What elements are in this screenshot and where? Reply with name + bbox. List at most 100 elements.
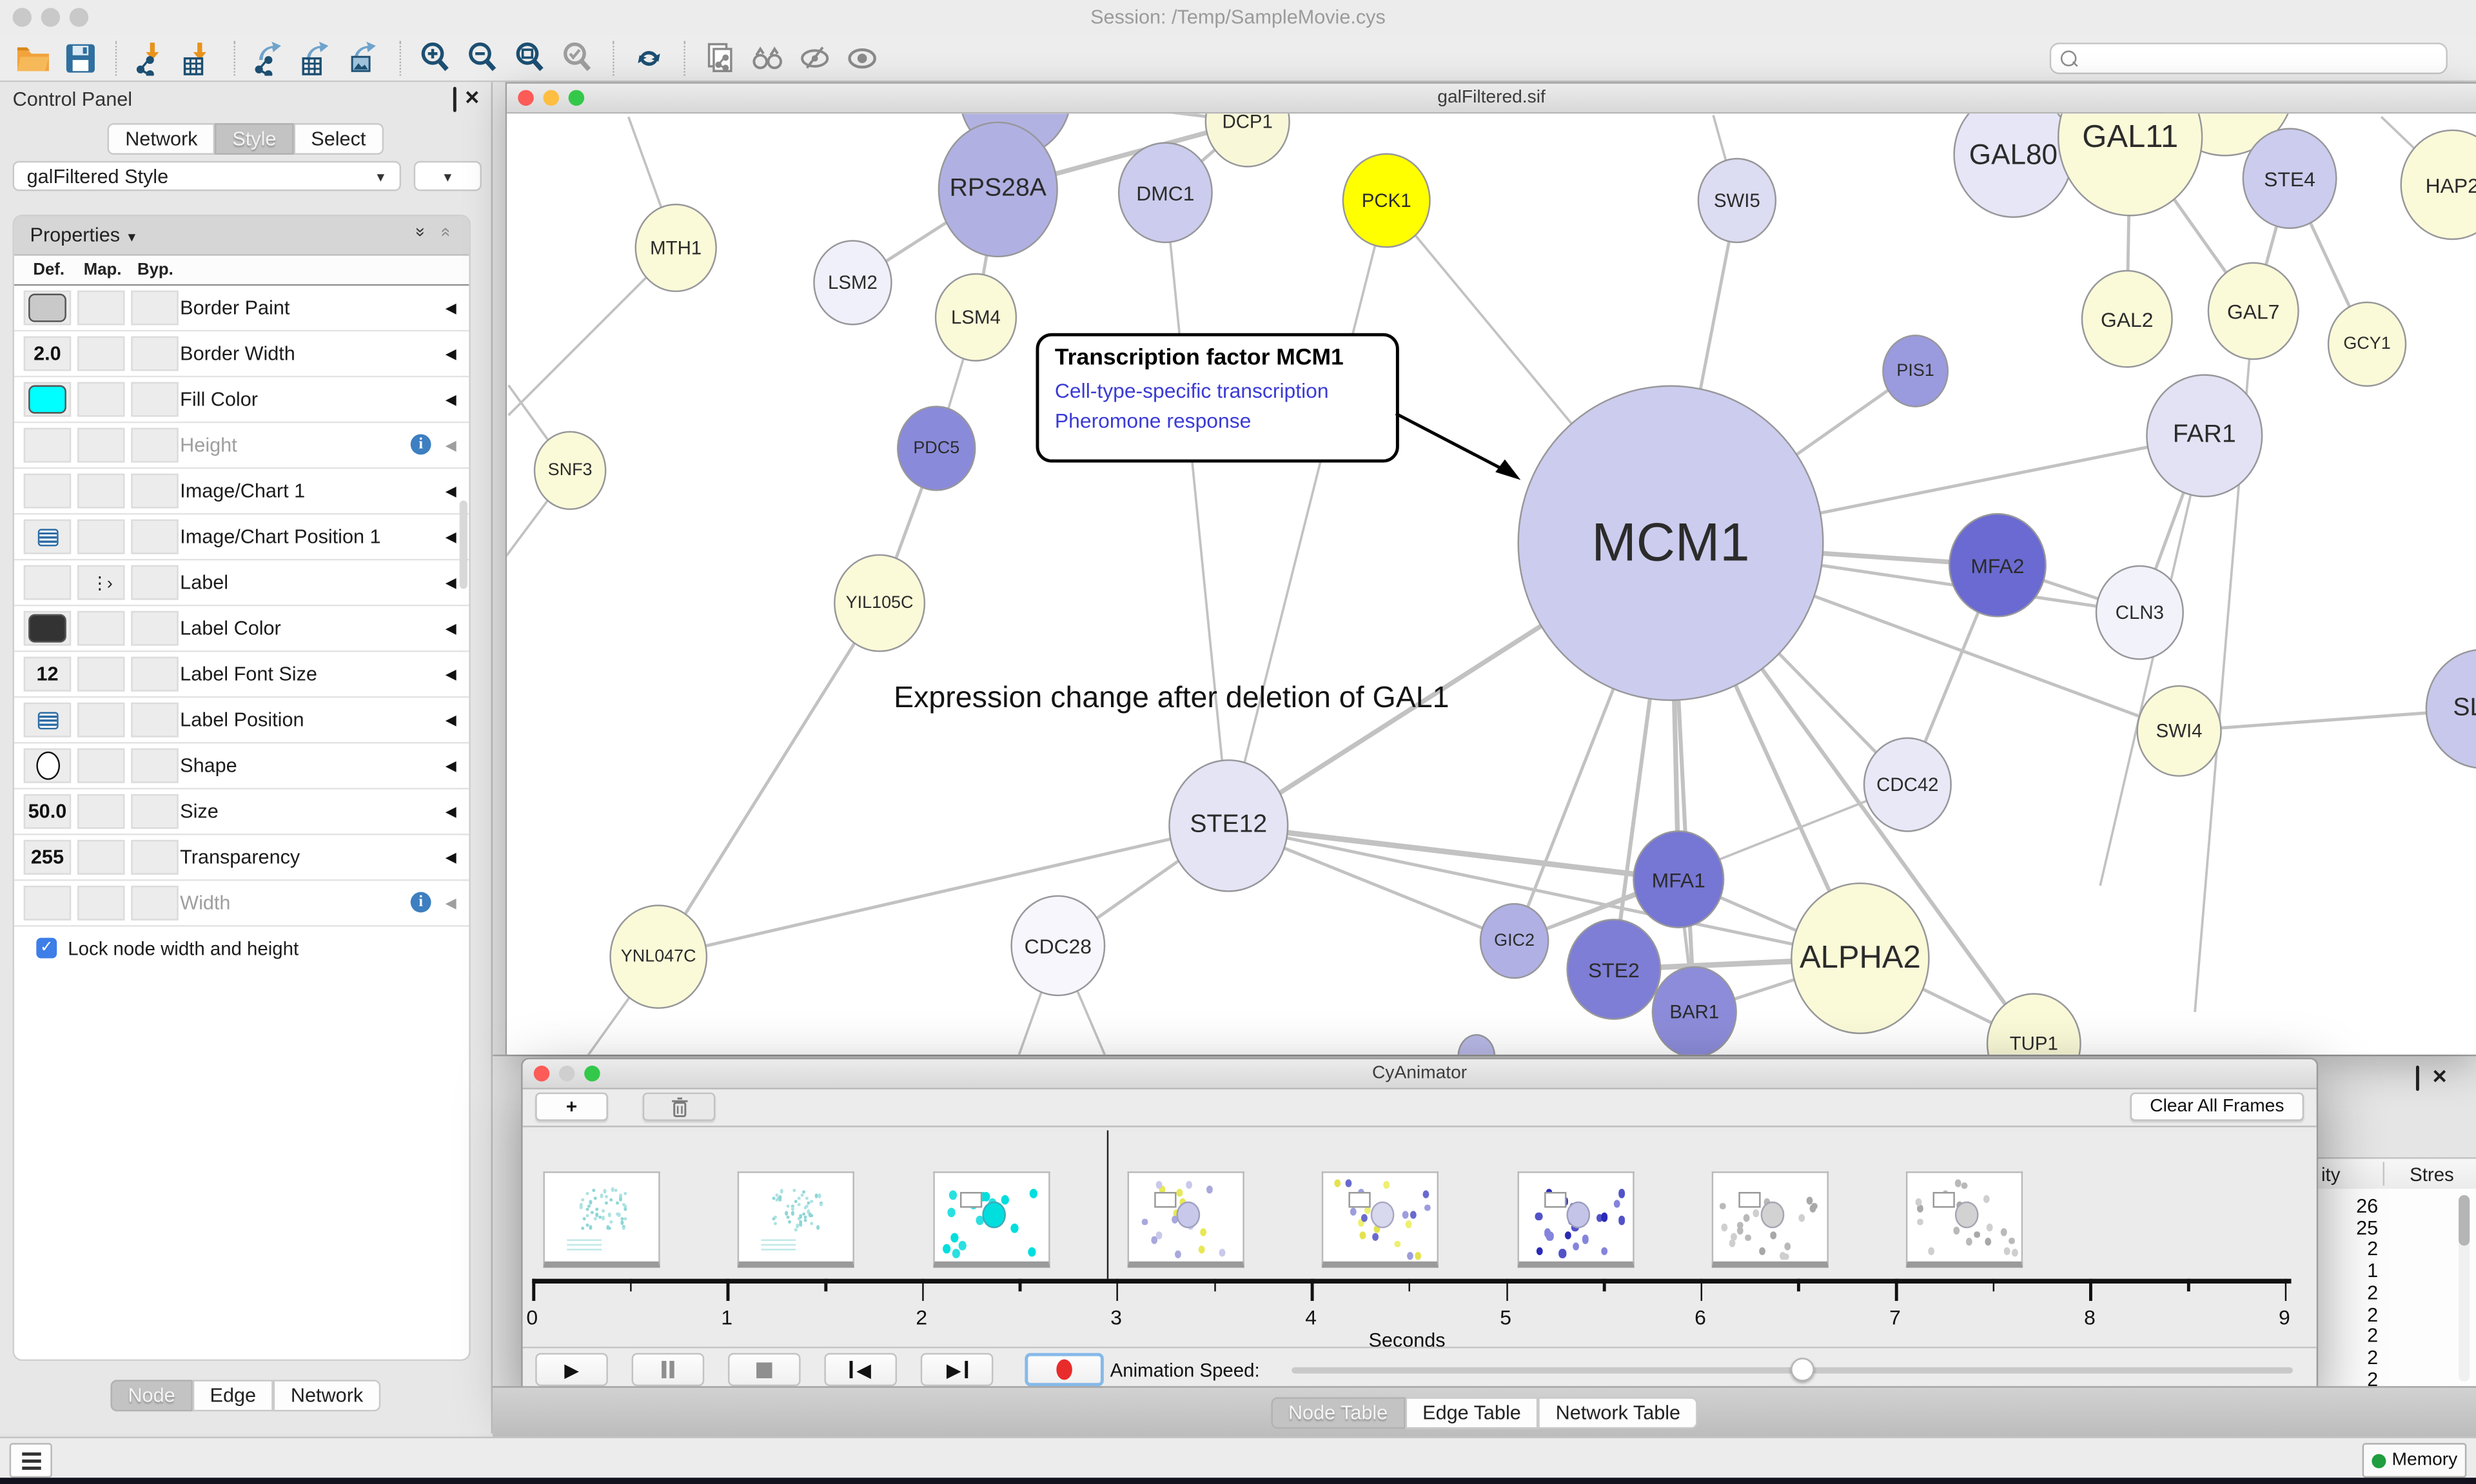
frame-thumbnail-5[interactable] [1517, 1171, 1633, 1267]
table-column-radiality[interactable]: ity [2321, 1164, 2340, 1186]
node-cdc28[interactable]: CDC28 [1010, 895, 1105, 997]
property-row-fill-color[interactable]: Fill Color◀ [14, 377, 469, 423]
property-row-size[interactable]: 50.0Size◀ [14, 789, 469, 835]
tab-edge[interactable]: Edge [193, 1380, 273, 1411]
default-cell[interactable] [24, 428, 71, 463]
network-window-titlebar[interactable]: galFiltered.sif [507, 84, 2476, 114]
skip-start-button[interactable]: ◀ [824, 1353, 897, 1386]
collapse-all-icon[interactable]: » [436, 228, 455, 237]
default-cell[interactable] [24, 703, 71, 737]
mapping-cell[interactable] [77, 520, 124, 554]
default-cell[interactable]: 255 [24, 840, 71, 875]
node-pck1[interactable]: PCK1 [1342, 153, 1431, 248]
table-scrollbar[interactable] [2459, 1195, 2470, 1381]
zoom-out-icon[interactable] [460, 37, 507, 79]
property-row-transparency[interactable]: 255Transparency◀ [14, 835, 469, 881]
default-cell[interactable]: 12 [24, 657, 71, 692]
tab-network[interactable]: Network [273, 1380, 380, 1411]
save-session-icon[interactable] [57, 37, 104, 79]
annotation-box[interactable]: Transcription factor MCM1Cell-type-speci… [1036, 333, 1399, 463]
expand-row-icon[interactable]: ◀ [446, 712, 457, 729]
hide-selected-icon[interactable] [791, 37, 838, 79]
default-cell[interactable] [24, 291, 71, 326]
annotation-link[interactable]: Cell-type-specific transcription [1055, 377, 1380, 407]
node-mfa1[interactable]: MFA1 [1633, 830, 1724, 928]
table-cell-value[interactable]: 2 [2315, 1347, 2378, 1369]
timeline-playhead[interactable] [1106, 1130, 1109, 1278]
play-button[interactable]: ▶ [535, 1353, 608, 1386]
table-cell-value[interactable]: 25 [2315, 1216, 2378, 1238]
expand-all-icon[interactable]: » [411, 228, 429, 237]
style-selector[interactable]: galFiltered Style ▼ [13, 161, 401, 191]
default-cell[interactable] [24, 520, 71, 554]
mapping-cell[interactable] [77, 428, 124, 463]
expand-row-icon[interactable]: ◀ [446, 346, 457, 363]
zoom-selected-icon[interactable] [555, 37, 602, 79]
mapping-cell[interactable] [77, 382, 124, 417]
expand-row-icon[interactable]: ◀ [446, 758, 457, 776]
style-options-button[interactable]: ▼ [414, 161, 482, 191]
property-row-border-paint[interactable]: Border Paint◀ [14, 286, 469, 331]
node-rps28a[interactable]: RPS28A [938, 122, 1058, 258]
search-input[interactable] [2083, 46, 2437, 68]
expand-row-icon[interactable]: ◀ [446, 300, 457, 317]
annotation-link[interactable]: Pheromone response [1055, 407, 1380, 436]
node-ste4[interactable]: STE4 [2243, 128, 2337, 229]
node-lsm2[interactable]: LSM2 [813, 240, 892, 325]
node-mcm1[interactable]: MCM1 [1517, 386, 1823, 701]
bypass-cell[interactable] [131, 611, 178, 646]
clone-network-icon[interactable] [696, 37, 743, 79]
default-cell[interactable] [24, 886, 71, 921]
expand-row-icon[interactable]: ◀ [446, 666, 457, 683]
property-row-label-position[interactable]: Label Position◀ [14, 698, 469, 743]
slider-thumb[interactable] [1790, 1358, 1814, 1381]
expand-row-icon[interactable]: ◀ [446, 437, 457, 454]
import-table-icon[interactable] [175, 37, 222, 79]
expand-row-icon[interactable]: ◀ [446, 804, 457, 821]
tab-node[interactable]: Node [111, 1380, 193, 1411]
mapping-cell[interactable] [77, 748, 124, 783]
property-row-border-width[interactable]: 2.0Border Width◀ [14, 331, 469, 377]
memory-button[interactable]: Memory [2363, 1443, 2467, 1478]
mapping-cell[interactable] [77, 337, 124, 371]
tab-network-table[interactable]: Network Table [1538, 1396, 1698, 1428]
node-mth1[interactable]: MTH1 [634, 204, 716, 292]
node-ynl047c[interactable]: YNL047C [609, 904, 707, 1009]
default-cell[interactable] [24, 474, 71, 509]
bypass-cell[interactable] [131, 474, 178, 509]
mapping-cell[interactable] [77, 886, 124, 921]
node-ste12[interactable]: STE12 [1168, 759, 1288, 892]
bypass-cell[interactable] [131, 657, 178, 692]
mapping-cell[interactable] [77, 474, 124, 509]
tab-edge-table[interactable]: Edge Table [1405, 1396, 1538, 1428]
tab-select[interactable]: Select [293, 123, 383, 155]
mapping-cell[interactable] [77, 840, 124, 875]
frame-thumbnail-3[interactable] [1127, 1171, 1244, 1267]
export-image-icon[interactable] [341, 37, 388, 79]
bypass-cell[interactable] [131, 886, 178, 921]
property-row-label[interactable]: ⋮›Label◀ [14, 560, 469, 606]
info-icon[interactable]: i [411, 434, 431, 454]
default-cell[interactable] [24, 748, 71, 783]
node-swi5[interactable]: SWI5 [1698, 158, 1776, 243]
node-cln3[interactable]: CLN3 [2096, 565, 2184, 660]
cyanimator-titlebar[interactable]: CyAnimator [523, 1059, 2317, 1089]
table-column-stress[interactable]: Stres [2410, 1164, 2454, 1186]
close-table-panel-icon[interactable]: ✕ [2432, 1068, 2448, 1086]
property-row-image-chart-1[interactable]: Image/Chart 1◀ [14, 469, 469, 514]
frames-timeline[interactable]: Seconds 0123456789 [523, 1126, 2317, 1347]
mapping-cell[interactable] [77, 291, 124, 326]
network-canvas[interactable]: RPS28BDCP1RPS28ADMC1PCK1MTH1LSM2LSM4SNF3… [507, 113, 2476, 1055]
mapping-cell[interactable] [77, 794, 124, 829]
tab-style[interactable]: Style [215, 123, 293, 155]
frame-thumbnail-2[interactable] [932, 1171, 1049, 1267]
properties-scrollbar[interactable] [460, 500, 467, 589]
property-row-height[interactable]: Heighti◀ [14, 423, 469, 469]
info-icon[interactable]: i [411, 892, 431, 913]
zoom-in-icon[interactable] [412, 37, 459, 79]
close-panel-icon[interactable]: ✕ [464, 88, 480, 107]
expand-row-icon[interactable]: ◀ [446, 529, 457, 546]
stop-button[interactable] [728, 1353, 801, 1386]
frame-thumbnail-6[interactable] [1711, 1171, 1828, 1267]
default-cell[interactable]: 50.0 [24, 794, 71, 829]
